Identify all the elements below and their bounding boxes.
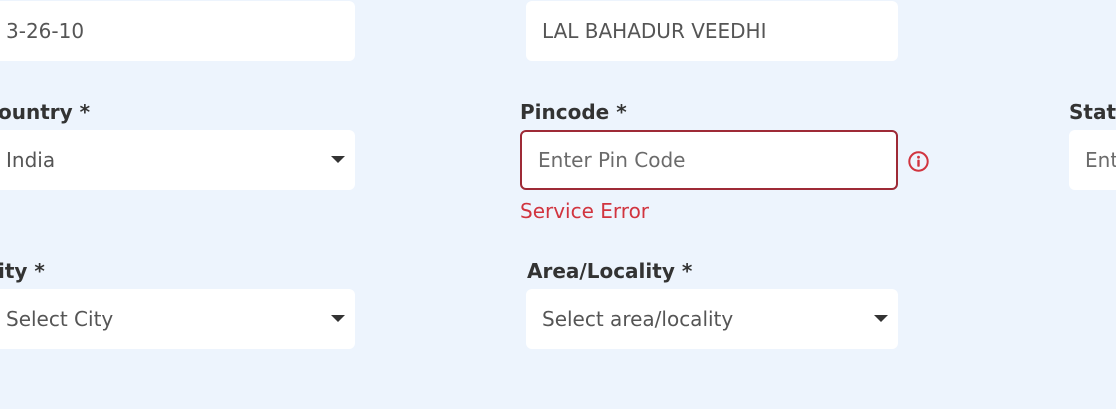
country-label: ountry * [0,100,91,124]
error-info-icon [908,151,929,172]
address-line2-value: LAL BAHADUR VEEDHI [542,19,767,43]
address-line2-field[interactable]: LAL BAHADUR VEEDHI [526,1,898,61]
country-selected-value: India [6,148,56,172]
state-label: Stat [1069,100,1116,124]
state-input[interactable]: Ent [1069,130,1116,190]
chevron-down-icon [874,315,888,322]
pincode-label: Pincode * [520,100,627,124]
pincode-input[interactable]: Enter Pin Code [520,130,898,190]
area-locality-select[interactable]: Select area/locality [526,289,898,349]
country-select[interactable]: India [0,130,355,190]
city-select[interactable]: Select City [0,289,355,349]
pincode-error-message: Service Error [520,199,650,223]
address-line1-value: 3-26-10 [6,19,85,43]
pincode-placeholder: Enter Pin Code [538,148,686,172]
city-selected-value: Select City [6,307,114,331]
address-line1-field[interactable]: 3-26-10 [0,1,355,61]
area-locality-label: Area/Locality * [527,259,693,283]
chevron-down-icon [331,156,345,163]
chevron-down-icon [331,315,345,322]
state-placeholder: Ent [1085,148,1116,172]
area-locality-selected-value: Select area/locality [542,307,734,331]
city-label: ity * [0,259,45,283]
